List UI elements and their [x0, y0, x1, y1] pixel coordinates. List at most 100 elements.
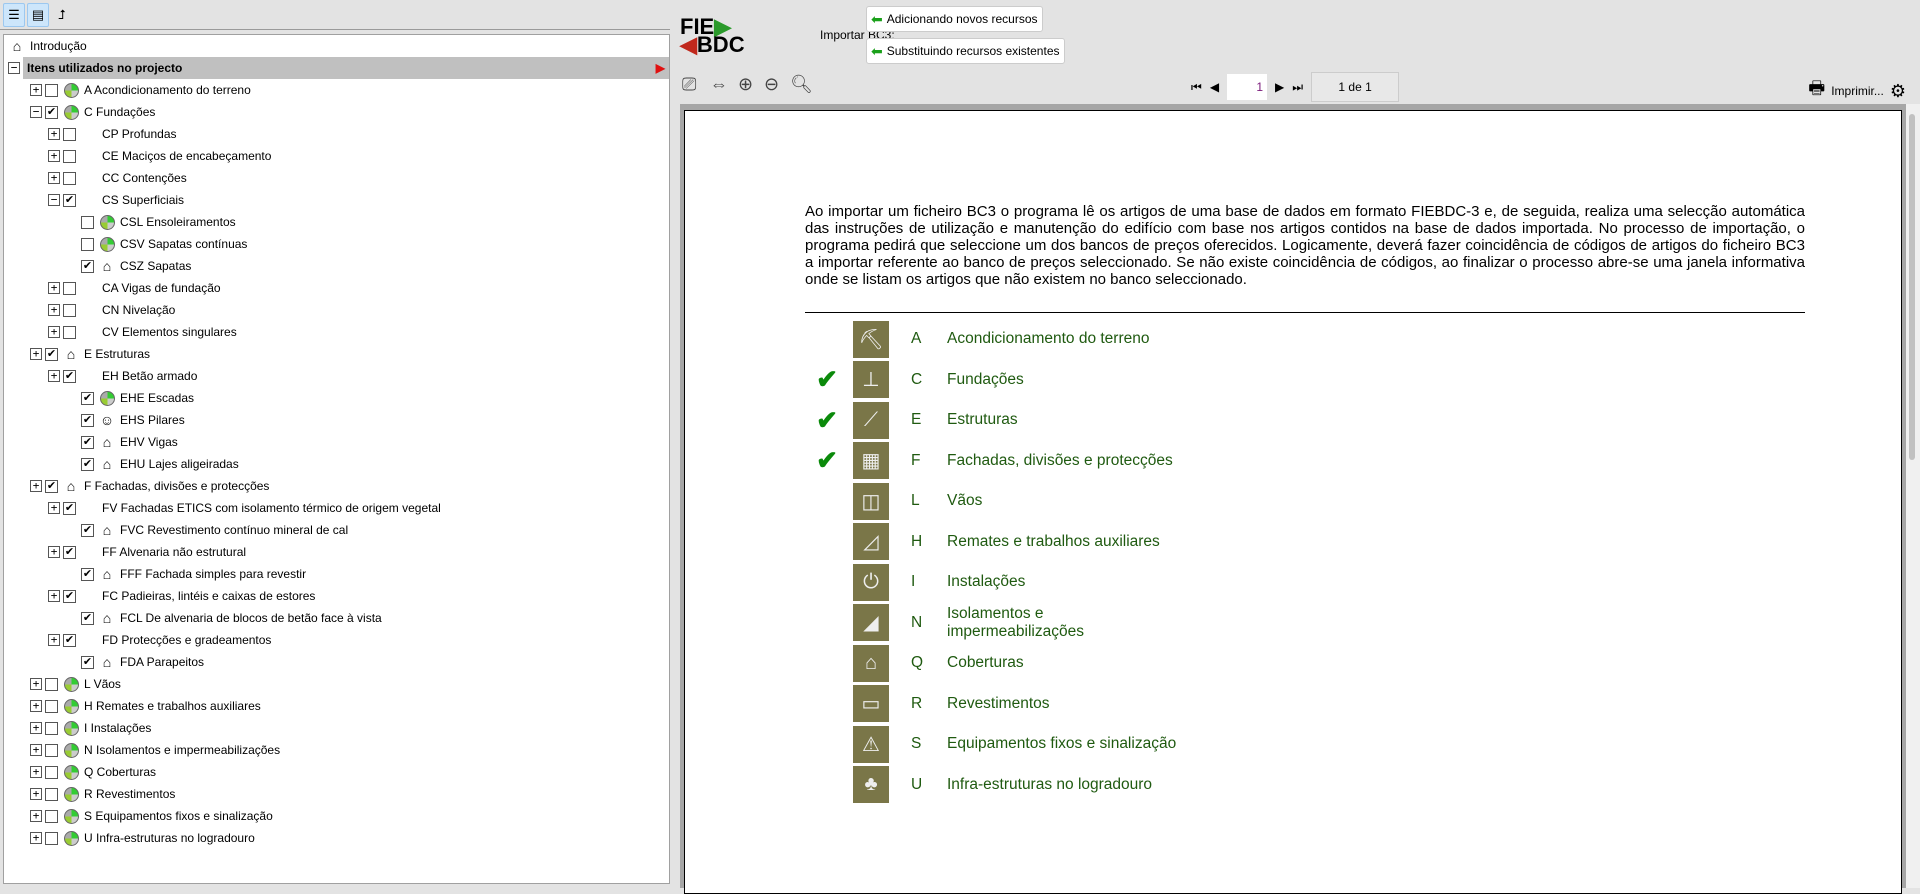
- tree-item[interactable]: + ✔ FC Padieiras, lintéis e caixas de esto…: [4, 585, 669, 607]
- tree-item[interactable]: ✔ ⌂ FCL De alvenaria de blocos de betão fa…: [4, 607, 669, 629]
- tree-item[interactable]: + ✔ FV Fachadas ETICS com isolamento térmi…: [4, 497, 669, 519]
- collapse-icon[interactable]: −: [30, 106, 42, 118]
- tree-item[interactable]: + S Equipamentos fixos e sinalização: [4, 805, 669, 827]
- checkbox[interactable]: [45, 743, 58, 757]
- tree-item[interactable]: − ✔ CS Superficiais: [4, 189, 669, 211]
- checkbox[interactable]: [81, 237, 94, 251]
- checkbox[interactable]: ✔: [63, 501, 76, 515]
- expand-icon[interactable]: +: [48, 282, 60, 294]
- checkbox[interactable]: ✔: [81, 413, 94, 427]
- prev-page-icon[interactable]: ◀: [1210, 80, 1219, 94]
- collapse-icon[interactable]: −: [48, 194, 60, 206]
- expand-icon[interactable]: +: [30, 480, 42, 492]
- tree-header-row[interactable]: − Itens utilizados no projecto ▶: [4, 57, 669, 79]
- expand-icon[interactable]: +: [48, 150, 60, 162]
- tree-item[interactable]: + ✔ FD Protecções e gradeamentos: [4, 629, 669, 651]
- tree-item[interactable]: + N Isolamentos e impermeabilizações: [4, 739, 669, 761]
- checkbox[interactable]: [45, 787, 58, 801]
- checkbox[interactable]: ✔: [81, 655, 94, 669]
- checkbox[interactable]: [63, 149, 76, 163]
- tree-item[interactable]: + I Instalações: [4, 717, 669, 739]
- expand-icon[interactable]: +: [48, 172, 60, 184]
- expand-icon[interactable]: +: [30, 722, 42, 734]
- expand-icon[interactable]: +: [30, 348, 42, 360]
- last-page-icon[interactable]: ⏭: [1292, 80, 1303, 95]
- expand-icon[interactable]: +: [48, 634, 60, 646]
- checkbox[interactable]: [63, 281, 76, 295]
- checkbox[interactable]: ✔: [45, 105, 58, 119]
- expand-icon[interactable]: +: [30, 788, 42, 800]
- tree-item[interactable]: CSV Sapatas contínuas: [4, 233, 669, 255]
- print-button[interactable]: 🖶 Imprimir... ⚙: [1808, 76, 1906, 106]
- page-input[interactable]: [1227, 74, 1268, 100]
- checkbox[interactable]: ✔: [45, 479, 58, 493]
- tree-item[interactable]: ✔ ⌂ FFF Fachada simples para revestir: [4, 563, 669, 585]
- tree-item[interactable]: + ✔ FF Alvenaria não estrutural: [4, 541, 669, 563]
- checkbox[interactable]: [63, 171, 76, 185]
- zoom-in-icon[interactable]: ⊕: [738, 74, 753, 95]
- tree-item[interactable]: + CP Profundas: [4, 123, 669, 145]
- tree-item[interactable]: ✔ ⌂ EHU Lajes aligeiradas: [4, 453, 669, 475]
- checkbox[interactable]: [45, 809, 58, 823]
- tree-header[interactable]: Itens utilizados no projecto ▶: [23, 57, 669, 79]
- expand-icon[interactable]: +: [30, 766, 42, 778]
- replace-resources-button[interactable]: ⬅ Substituindo recursos existentes: [866, 38, 1065, 64]
- expand-icon[interactable]: +: [30, 700, 42, 712]
- tree-item[interactable]: + CA Vigas de fundação: [4, 277, 669, 299]
- checkbox[interactable]: [63, 127, 76, 141]
- checkbox[interactable]: ✔: [81, 457, 94, 471]
- checkbox[interactable]: [45, 831, 58, 845]
- checkbox[interactable]: ✔: [81, 259, 94, 273]
- checkbox[interactable]: ✔: [81, 391, 94, 405]
- add-resources-button[interactable]: ⬅ Adicionando novos recursos: [866, 6, 1043, 32]
- tree-item[interactable]: ✔ EHE Escadas: [4, 387, 669, 409]
- tree-item[interactable]: ✔ ⌂ EHV Vigas: [4, 431, 669, 453]
- vertical-scrollbar[interactable]: [1906, 104, 1920, 888]
- checkbox[interactable]: [45, 699, 58, 713]
- tree-item[interactable]: + ✔ ⌂ F Fachadas, divisões e protecções: [4, 475, 669, 497]
- collapse-icon[interactable]: −: [8, 62, 20, 74]
- checkbox[interactable]: ✔: [81, 435, 94, 449]
- expand-icon[interactable]: +: [30, 744, 42, 756]
- zoom-out-icon[interactable]: ⊖: [764, 74, 779, 95]
- panel-splitter[interactable]: [670, 0, 678, 888]
- tree-item[interactable]: + H Remates e trabalhos auxiliares: [4, 695, 669, 717]
- checkbox[interactable]: [45, 677, 58, 691]
- checkbox[interactable]: ✔: [45, 347, 58, 361]
- expand-icon[interactable]: +: [30, 832, 42, 844]
- checkbox[interactable]: [63, 303, 76, 317]
- tree-item[interactable]: ✔ ☺ EHS Pilares: [4, 409, 669, 431]
- expand-list-icon[interactable]: ☰: [3, 2, 25, 27]
- checkbox[interactable]: ✔: [63, 633, 76, 647]
- up-level-icon[interactable]: ⮥: [51, 3, 73, 27]
- checkbox[interactable]: [81, 215, 94, 229]
- checkbox[interactable]: ✔: [81, 611, 94, 625]
- checkbox[interactable]: ✔: [63, 545, 76, 559]
- checkbox[interactable]: [45, 765, 58, 779]
- checkbox[interactable]: ✔: [63, 369, 76, 383]
- tree-item[interactable]: − ✔ C Fundações: [4, 101, 669, 123]
- expand-icon[interactable]: +: [48, 304, 60, 316]
- tree-item[interactable]: + ✔ ⌂ E Estruturas: [4, 343, 669, 365]
- fit-width-icon[interactable]: ⇔: [710, 74, 728, 95]
- checkbox[interactable]: ✔: [81, 523, 94, 537]
- expand-icon[interactable]: +: [48, 370, 60, 382]
- tree-item-intro[interactable]: ⌂ Introdução: [4, 35, 669, 57]
- expand-icon[interactable]: +: [48, 502, 60, 514]
- list-view-icon[interactable]: ▤: [27, 2, 49, 27]
- tree-item[interactable]: ✔ ⌂ FDA Parapeitos: [4, 651, 669, 673]
- tree-item[interactable]: ✔ ⌂ CSZ Sapatas: [4, 255, 669, 277]
- tree-item[interactable]: + L Vãos: [4, 673, 669, 695]
- tree-item[interactable]: CSL Ensoleiramentos: [4, 211, 669, 233]
- checkbox[interactable]: ✔: [63, 193, 76, 207]
- expand-icon[interactable]: +: [30, 810, 42, 822]
- checkbox[interactable]: ✔: [81, 567, 94, 581]
- scrollbar-thumb[interactable]: [1909, 114, 1915, 460]
- expand-icon[interactable]: +: [30, 678, 42, 690]
- tree-item[interactable]: + U Infra-estruturas no logradouro: [4, 827, 669, 849]
- checkbox[interactable]: [45, 83, 58, 97]
- tree-item[interactable]: + CV Elementos singulares: [4, 321, 669, 343]
- checkbox[interactable]: [63, 325, 76, 339]
- expand-icon[interactable]: +: [48, 128, 60, 140]
- tree-item[interactable]: + A Acondicionamento do terreno: [4, 79, 669, 101]
